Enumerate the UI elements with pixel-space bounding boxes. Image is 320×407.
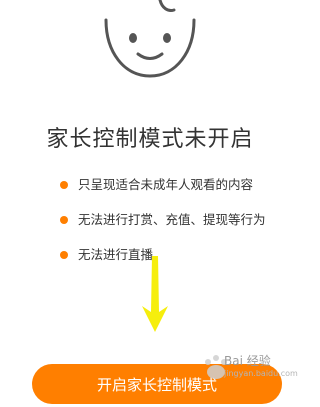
arrow-down-icon (142, 256, 168, 332)
feature-label: 无法进行打赏、充值、提现等行为 (78, 212, 266, 227)
page-title: 家长控制模式未开启 (46, 127, 254, 152)
bullet-dot-icon (60, 181, 68, 189)
watermark-text: Bai 经验 jingyan.baidu.com (224, 352, 298, 378)
bullet-dot-icon (60, 251, 68, 259)
feature-label: 只呈现适合未成年人观看的内容 (78, 177, 254, 192)
baby-face-icon (104, 0, 196, 78)
watermark-url: jingyan.baidu.com (224, 369, 298, 378)
feature-item: 只呈现适合未成年人观看的内容 (48, 176, 266, 194)
bullet-dot-icon (60, 216, 68, 224)
watermark-title: Bai 经验 (224, 354, 271, 368)
feature-item: 无法进行打赏、充值、提现等行为 (48, 211, 266, 229)
